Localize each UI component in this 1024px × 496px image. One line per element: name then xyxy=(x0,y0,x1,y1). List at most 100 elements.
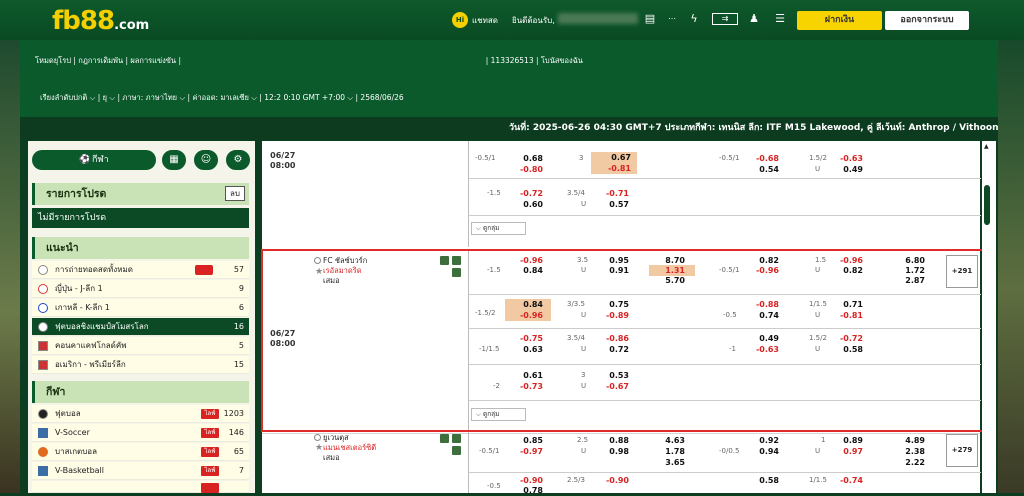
odds-value[interactable]: 5.70 xyxy=(657,275,685,286)
odds-value[interactable]: 0.88 xyxy=(603,435,629,446)
field-icon[interactable] xyxy=(452,446,461,455)
odds-value[interactable]: 3.65 xyxy=(657,457,685,468)
odds-value[interactable]: 0.49 xyxy=(755,333,779,344)
view-group-button[interactable]: ⌵ ดูกลุ่ม xyxy=(471,408,526,421)
account-icon[interactable]: ▤ xyxy=(640,10,660,28)
rec-item-jleague[interactable]: ญี่ปุ่น - J-ลีก 1 9 xyxy=(32,280,249,298)
odds-value[interactable]: 0.94 xyxy=(755,446,779,457)
list-icon[interactable]: ☰ xyxy=(770,10,790,28)
odds-value[interactable]: 0.68 xyxy=(519,153,543,164)
sport-item-vsoccer[interactable]: V-Soccer ไลฟ์ 146 xyxy=(32,424,249,442)
odds-value[interactable]: 0.58 xyxy=(755,475,779,486)
odds-value[interactable]: 0.49 xyxy=(839,164,863,175)
odds-value[interactable]: 0.60 xyxy=(519,199,543,210)
language-select[interactable]: ภาษา: ภาษาไทย xyxy=(122,93,177,102)
odds-value[interactable]: 0.71 xyxy=(839,299,863,310)
odds-value[interactable]: 0.92 xyxy=(755,435,779,446)
odds-value-highlight[interactable]: -0.96 xyxy=(505,310,551,321)
sport-item-vbasketball[interactable]: V-Basketball ไลฟ์ 7 xyxy=(32,462,249,480)
odds-value[interactable]: -0.63 xyxy=(839,153,863,164)
scroll-up-icon[interactable]: ▲ xyxy=(984,143,989,150)
odds-value[interactable]: 0.53 xyxy=(603,370,629,381)
home-team[interactable]: FC ชัลซ์บวร์ก xyxy=(323,256,367,265)
rec-item-kleague[interactable]: เกาหลี - K-ลีก 1 6 xyxy=(32,299,249,317)
chat-link[interactable]: แชทสด xyxy=(472,14,498,27)
odds-value[interactable]: 0.89 xyxy=(839,435,863,446)
field-icon[interactable] xyxy=(452,268,461,277)
link-results[interactable]: ผลการแข่งขัน xyxy=(130,56,176,65)
odds-value[interactable]: 0.98 xyxy=(603,446,629,457)
favorite-star-icon[interactable]: ★ xyxy=(315,443,323,453)
odds-value[interactable]: -0.97 xyxy=(519,446,543,457)
odds-value[interactable]: 0.63 xyxy=(519,344,543,355)
away-team[interactable]: เรอัลมาดริด xyxy=(323,266,362,275)
view-group-button[interactable]: ⌵ ดูกลุ่ม xyxy=(471,222,526,235)
favorites-delete-button[interactable]: ลบ xyxy=(225,186,245,201)
odds-value[interactable]: 0.78 xyxy=(519,485,543,496)
odds-value[interactable]: 4.89 xyxy=(899,435,925,446)
live-video-icon[interactable] xyxy=(452,256,461,265)
favorite-star-icon[interactable]: ★ xyxy=(315,267,323,277)
link-rules[interactable]: กฎการเดิมพัน xyxy=(78,56,123,65)
sort-select[interactable]: เรียงลำดับปกติ xyxy=(40,93,87,102)
odds-value[interactable]: 0.58 xyxy=(839,344,863,355)
deposit-button[interactable]: ฝากเงิน xyxy=(797,11,882,30)
scrollbar-thumb[interactable] xyxy=(984,185,990,225)
odds-value[interactable]: -0.75 xyxy=(519,333,543,344)
odds-value[interactable]: 0.61 xyxy=(519,370,543,381)
sport-item-soccer[interactable]: ฟุตบอล ไลฟ์ 1203 xyxy=(32,405,249,423)
odds-value[interactable]: 0.75 xyxy=(603,299,629,310)
odds-value[interactable]: -0.67 xyxy=(603,381,629,392)
odds-value[interactable]: 0.84 xyxy=(519,265,543,276)
odds-value[interactable]: -0.90 xyxy=(603,475,629,486)
odds-value[interactable]: 0.57 xyxy=(603,199,629,210)
odds-value[interactable]: 2.87 xyxy=(899,275,925,286)
settings-icon[interactable]: ⚙ xyxy=(226,150,250,170)
odds-value[interactable]: 0.74 xyxy=(755,310,779,321)
odds-value[interactable]: 0.97 xyxy=(839,446,863,457)
flash-icon[interactable]: ϟ xyxy=(684,10,704,28)
odds-value[interactable]: 0.82 xyxy=(839,265,863,276)
rec-item-live[interactable]: การถ่ายทอดสดทั้งหมด 57 xyxy=(32,261,249,279)
rec-item-usa[interactable]: อเมริกา - พรีเมียร์ลีก 15 xyxy=(32,356,249,374)
odds-value[interactable]: -0.81 xyxy=(839,310,863,321)
chat-icon[interactable]: Hi xyxy=(452,12,468,28)
odds-value-highlight[interactable]: 0.67 xyxy=(591,152,637,163)
link-my-bonus[interactable]: โบนัสของฉัน xyxy=(541,56,583,65)
more-markets-button[interactable]: +279 xyxy=(946,434,978,467)
stats-icon[interactable] xyxy=(440,434,449,443)
odds-value[interactable]: -0.72 xyxy=(519,188,543,199)
odds-value[interactable]: 0.54 xyxy=(755,164,779,175)
logo[interactable]: fb88.com xyxy=(52,6,149,36)
odds-value-highlight[interactable]: -0.81 xyxy=(591,163,637,174)
rec-item-gold-cup[interactable]: คอนคาแคฟโกลด์คัพ 5 xyxy=(32,337,249,355)
quick-bet-icon[interactable]: ⇉ xyxy=(712,13,738,25)
odds-value[interactable]: -0.89 xyxy=(603,310,629,321)
dots-icon[interactable]: ⋯ xyxy=(662,10,682,28)
odds-value[interactable]: 0.85 xyxy=(519,435,543,446)
odds-value[interactable]: -0.72 xyxy=(839,333,863,344)
odds-value[interactable]: -0.96 xyxy=(755,265,779,276)
calendar-icon[interactable]: ▦ xyxy=(162,150,186,170)
home-team[interactable]: ยูเวนตุส xyxy=(323,433,349,442)
odds-type-select[interactable]: ค่าออด: มาเลเซีย xyxy=(192,93,248,102)
away-team[interactable]: แมนเชสเตอร์ซิตี xyxy=(323,443,376,452)
more-markets-button[interactable]: +291 xyxy=(946,255,978,288)
live-video-icon[interactable] xyxy=(452,434,461,443)
odds-value[interactable]: -0.88 xyxy=(755,299,779,310)
odds-value-highlight[interactable]: 0.84 xyxy=(505,299,551,310)
odds-value[interactable]: 4.63 xyxy=(657,435,685,446)
odds-value[interactable]: 0.91 xyxy=(603,265,629,276)
odds-value[interactable]: 1.78 xyxy=(657,446,685,457)
odds-value[interactable]: 2.38 xyxy=(899,446,925,457)
scrollbar[interactable]: ▲ xyxy=(982,141,996,493)
rec-item-club-world-cup[interactable]: ฟุตบอลชิงแชมป์สโมสรโลก 16 xyxy=(32,318,249,336)
profile-icon[interactable]: ☺ xyxy=(194,150,218,170)
odds-value[interactable]: 2.22 xyxy=(899,457,925,468)
sport-item-basketball[interactable]: บาสเกตบอล ไลฟ์ 65 xyxy=(32,443,249,461)
link-euro-mode[interactable]: โหมดยุโรป xyxy=(35,56,71,65)
logout-button[interactable]: ออกจากระบบ xyxy=(885,11,969,30)
odds-mode-select[interactable]: ยุ xyxy=(103,93,107,102)
user-icon[interactable]: ♟ xyxy=(744,10,764,28)
odds-value[interactable]: -0.73 xyxy=(519,381,543,392)
